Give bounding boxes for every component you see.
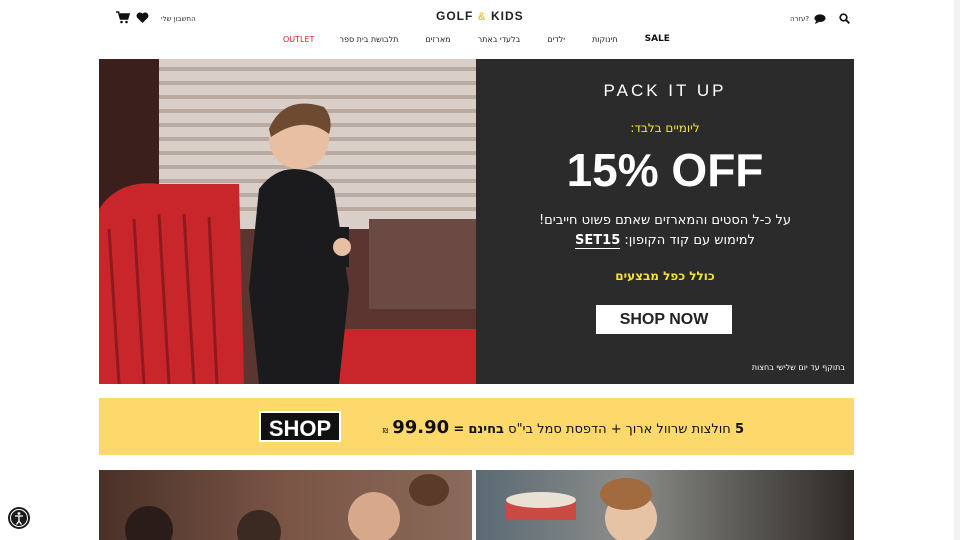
banner-count: 5: [734, 422, 744, 437]
promo-line-1: על כ-ל הסטים והמארזים שאתם פשוט חייבים!: [538, 213, 792, 228]
nav-item-babies[interactable]: תינוקות: [592, 35, 618, 44]
chat-icon[interactable]: [814, 9, 826, 28]
nav-item-exclusive[interactable]: בלעדי באתר: [478, 35, 521, 44]
main-nav: OUTLET תלבושת בית ספר מארזים בלעדי באתר …: [283, 32, 670, 46]
hero-banner[interactable]: PACK IT UP ליומיים בלבד: 15% OFF על כ-ל …: [99, 59, 854, 384]
category-tiles: [99, 470, 854, 540]
nav-item-packs[interactable]: מארזים: [425, 35, 450, 44]
promo-title: PACK IT UP: [603, 81, 727, 100]
cart-icon[interactable]: [116, 9, 131, 28]
banner-text-part1: חולצות שרוול ארוך + הדפסת סמל בי"ס: [508, 422, 731, 437]
nav-item-sale[interactable]: SALE: [645, 34, 670, 44]
accessibility-icon[interactable]: [8, 507, 30, 529]
promo-coupon-prefix: למימוש עם קוד הקופון:: [624, 233, 755, 248]
banner-free: בחינם: [468, 422, 504, 437]
banner-shop-button[interactable]: SHOP: [259, 411, 341, 442]
top-bar: החשבון שלי GOLF & KIDS עזרה?: [0, 0, 960, 32]
promo-line-2: למימוש עם קוד הקופון: SET15: [476, 233, 854, 249]
logo-ampersand: &: [477, 11, 487, 23]
account-link[interactable]: החשבון שלי: [161, 15, 196, 23]
hero-photo: [99, 59, 476, 384]
nav-item-school-uniform[interactable]: תלבושת בית ספר: [339, 35, 398, 44]
search-icon[interactable]: [839, 9, 851, 28]
shop-now-button[interactable]: SHOP NOW: [596, 305, 732, 334]
heart-icon[interactable]: [136, 9, 149, 28]
banner-offer-text: 5 חולצות שרוול ארוך + הדפסת סמל בי"ס בחי…: [349, 417, 744, 438]
nav-item-kids[interactable]: ילדים: [547, 35, 565, 44]
banner-currency: ₪: [382, 427, 389, 435]
user-tools: החשבון שלי: [116, 9, 196, 28]
banner-equals: =: [453, 422, 465, 437]
promo-includes: כולל כפל מבצעים: [615, 269, 715, 283]
category-tile-left[interactable]: [99, 470, 472, 540]
school-shirts-banner[interactable]: SHOP 5 חולצות שרוול ארוך + הדפסת סמל בי"…: [99, 398, 854, 455]
help-link[interactable]: עזרה?: [790, 15, 809, 23]
nav-item-outlet[interactable]: OUTLET: [283, 35, 314, 44]
coupon-code: SET15: [575, 233, 621, 249]
page-scrollbar[interactable]: [954, 0, 960, 540]
logo-kids: KIDS: [490, 9, 524, 23]
banner-price: 99.90: [392, 417, 450, 438]
promo-validity: בתוקף עד יום שלישי בחצות: [751, 363, 845, 372]
promo-panel: PACK IT UP ליומיים בלבד: 15% OFF על כ-ל …: [476, 59, 854, 384]
category-tile-right[interactable]: [476, 470, 854, 540]
promo-days-only: ליומיים בלבד:: [630, 121, 700, 135]
site-logo[interactable]: GOLF & KIDS: [436, 9, 524, 23]
promo-discount: 15% OFF: [566, 144, 764, 196]
help-tools: עזרה?: [790, 9, 851, 28]
logo-golf: GOLF: [436, 9, 474, 23]
